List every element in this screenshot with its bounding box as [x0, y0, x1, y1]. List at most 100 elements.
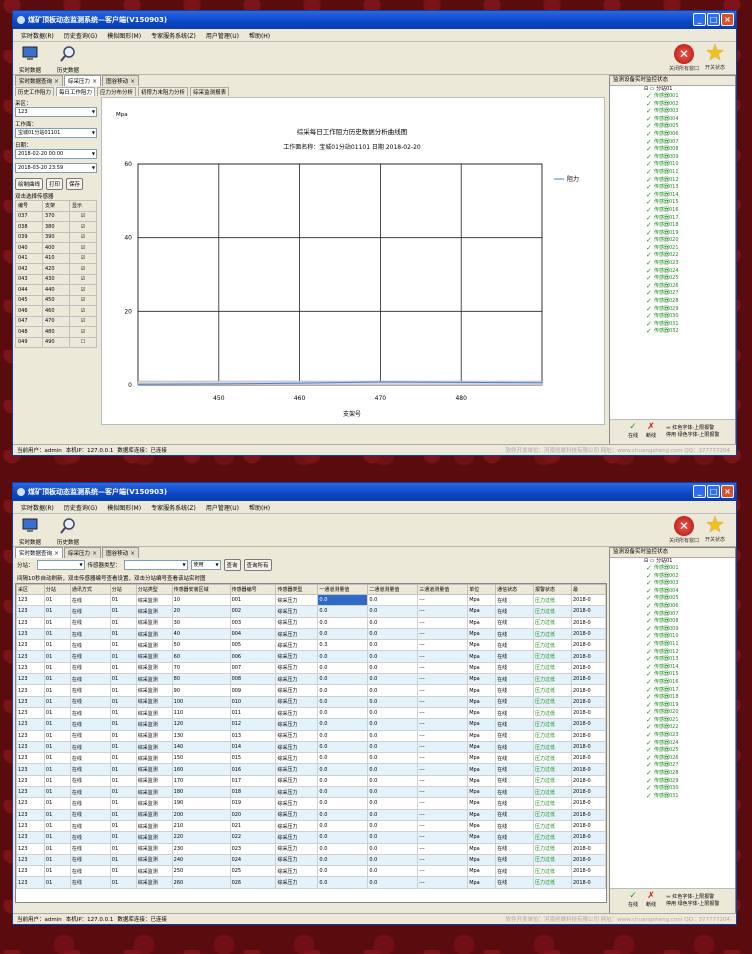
column-header[interactable]: 传感器安装区域	[171, 584, 231, 595]
sensor-tree-item[interactable]: ✓ 传感器027	[610, 762, 735, 770]
sensor-tree-item[interactable]: ✓ 传感器010	[610, 633, 735, 641]
sensor-row[interactable]: 041 410 ☑	[15, 252, 97, 264]
tree-node-station[interactable]: ⊟ ▭ 分站01	[610, 86, 735, 93]
sensor-row[interactable]: 047 470 ☑	[15, 315, 97, 327]
sensor-tree-item[interactable]: ✓ 传感器032	[610, 328, 735, 336]
area-select[interactable]: 123	[15, 107, 97, 117]
tab-fully-mechanized-pressure[interactable]: 综采压力 ×	[64, 75, 102, 86]
sensor-tree-item[interactable]: ✓ 传感器023	[610, 732, 735, 740]
column-header[interactable]: 传感器编号	[229, 584, 277, 595]
column-header[interactable]: 分站	[109, 584, 137, 595]
menu-expert[interactable]: 专家服务系统(Z)	[151, 31, 196, 40]
table-row[interactable]: 123 01 在线 01 综采监测 250 025 综采压力 0.0 0.0 --- Mpa 在线 压力过…	[16, 865, 606, 878]
menu-realtime[interactable]: 实时数据(R)	[21, 31, 54, 40]
face-select[interactable]: 宝城01分站01101	[15, 128, 97, 138]
table-row[interactable]: 123 01 在线 01 综采监测 80 008 综采压力 0.0 0.0 --- Mpa 在线 压力过低…	[16, 673, 606, 686]
sensor-tree-item[interactable]: ✓ 传感器018	[610, 694, 735, 702]
sensor-row[interactable]: 038 380 ☑	[15, 221, 97, 233]
show-checkbox[interactable]: ☑	[69, 326, 97, 338]
save-button[interactable]: 保存	[66, 178, 84, 190]
table-row[interactable]: 123 01 在线 01 综采监测 210 021 综采压力 0.0 0.0 --- Mpa 在线 压力过…	[16, 819, 606, 833]
tab-roof-movement[interactable]: 图谷移动 ×	[102, 75, 140, 86]
table-row[interactable]: 123 01 在线 01 综采监测 70 007 综采压力 0.0 0.0 --- Mpa 在线 压力过低…	[16, 661, 606, 675]
close-button[interactable]: ×	[721, 485, 734, 498]
sensor-tree-item[interactable]: ✓ 传感器008	[610, 618, 735, 626]
sensor-tree-item[interactable]: ✓ 传感器010	[610, 161, 735, 169]
sensor-tree-item[interactable]: ✓ 传感器012	[610, 176, 735, 185]
tab-fully-mechanized-pressure[interactable]: 综采压力 ×	[64, 547, 102, 558]
sensor-tree-item[interactable]: ✓ 传感器022	[610, 724, 735, 732]
tree-node-station[interactable]: ⊟ ▭ 分站01	[610, 558, 735, 565]
sensor-tree-item[interactable]: ✓ 传感器016	[610, 206, 735, 215]
station-select[interactable]	[36, 560, 85, 570]
show-checkbox[interactable]: ☑	[69, 252, 97, 264]
show-checkbox[interactable]: ☑	[69, 242, 97, 254]
query-all-button[interactable]: 查询所有	[243, 559, 272, 571]
column-header[interactable]: 三通道测量值	[417, 584, 469, 595]
close-tab-icon[interactable]: ×	[130, 550, 135, 557]
column-header[interactable]: 通讯方式	[69, 584, 111, 595]
close-tab-icon[interactable]: ×	[54, 550, 59, 557]
menu-history[interactable]: 历史查询(G)	[64, 503, 97, 512]
column-header[interactable]: 单位	[467, 584, 497, 595]
sensor-tree-item[interactable]: ✓ 传感器015	[610, 199, 735, 207]
show-checkbox[interactable]: ☑	[69, 221, 97, 233]
close-button[interactable]: ×	[721, 13, 734, 26]
realtime-data-grid[interactable]: 采区 分站 通讯方式 分站 分站类型 传感器安装区域 传感器编号 传感器类型 一通道测量值 二通道…	[15, 583, 607, 903]
sensor-tree-item[interactable]: ✓ 传感器031	[610, 792, 735, 801]
table-row[interactable]: 123 01 在线 01 综采监测 190 019 综采压力 0.0 0.0 --- Mpa 在线 压力过…	[16, 797, 606, 810]
column-header[interactable]: 最	[570, 584, 606, 595]
table-row[interactable]: 123 01 在线 01 综采监测 200 020 综采压力 0.0 0.0 --- Mpa 在线 压力过…	[16, 808, 606, 821]
table-row[interactable]: 123 01 在线 01 综采监测 160 016 综采压力 0.0 0.0 --- Mpa 在线 压力过…	[16, 763, 606, 776]
sensor-tree-item[interactable]: ✓ 传感器030	[610, 785, 735, 793]
subtab-stress-distribution[interactable]: 应力分布分析	[97, 87, 137, 96]
tab-roof-movement[interactable]: 图谷移动 ×	[102, 547, 140, 558]
column-header[interactable]: 传感器类型	[275, 584, 319, 595]
column-header[interactable]: 一通道测量值	[317, 584, 369, 595]
menu-user[interactable]: 用户管理(U)	[206, 31, 239, 40]
menu-expert[interactable]: 专家服务系统(Z)	[151, 503, 196, 512]
minimize-button[interactable]: _	[693, 485, 706, 498]
show-checkbox[interactable]: ☑	[69, 315, 97, 327]
use-select[interactable]: 使用	[190, 560, 221, 570]
print-button[interactable]: 打印	[46, 178, 64, 190]
draw-curve-button[interactable]: 绘制曲线	[15, 178, 44, 190]
sensor-row[interactable]: 043 430 ☑	[15, 273, 97, 285]
close-tab-icon[interactable]: ×	[54, 78, 59, 85]
maximize-button[interactable]: □	[707, 485, 720, 498]
show-checkbox[interactable]: ☑	[69, 294, 97, 306]
show-checkbox[interactable]: ☑	[69, 210, 97, 222]
sensor-tree-item[interactable]: ✓ 传感器020	[610, 237, 735, 245]
table-row[interactable]: 123 01 在线 01 综采监测 90 009 综采压力 0.0 0.0 --- Mpa 在线 压力过低…	[16, 684, 606, 697]
table-row[interactable]: 123 01 在线 01 综采监测 40 004 综采压力 0.0 0.0 --- Mpa 在线 压力过低…	[16, 627, 606, 641]
menu-simulation[interactable]: 模拟图形(M)	[107, 503, 141, 512]
show-checkbox[interactable]: ☑	[69, 231, 97, 243]
date-to-picker[interactable]: 2018-03-20 23:59	[15, 163, 97, 173]
table-row[interactable]: 123 01 在线 01 综采监测 30 003 综采压力 0.0 0.0 --- Mpa 在线 压力过低…	[16, 616, 606, 629]
sensor-tree-item[interactable]: ✓ 传感器006	[610, 602, 735, 611]
close-all-windows-button[interactable]: ✕ 关闭所有窗口	[669, 44, 699, 72]
sensor-tree-item[interactable]: ✓ 传感器020	[610, 709, 735, 717]
table-row[interactable]: 123 01 在线 01 综采监测 140 014 综采压力 0.0 0.0 --- Mpa 在线 压力过…	[16, 740, 606, 754]
menu-realtime[interactable]: 实时数据(R)	[21, 503, 54, 512]
sensor-row[interactable]: 037 370 ☑	[15, 210, 97, 222]
sensor-row[interactable]: 044 440 ☑	[15, 284, 97, 296]
subtab-daily-resistance[interactable]: 每日工作阻力	[56, 87, 96, 96]
sensor-tree-item[interactable]: ✓ 传感器015	[610, 671, 735, 679]
sensor-tree-item[interactable]: ✓ 传感器030	[610, 313, 735, 321]
sensor-tree-item[interactable]: ✓ 传感器008	[610, 146, 735, 154]
history-data-button[interactable]: 历史数据	[57, 45, 79, 74]
table-row[interactable]: 123 01 在线 01 综采监测 170 017 综采压力 0.0 0.0 --- Mpa 在线 压力过…	[16, 774, 606, 788]
table-row[interactable]: 123 01 在线 01 综采监测 20 002 综采压力 0.0 0.0 --- Mpa 在线 压力过低…	[16, 605, 606, 618]
sensor-tree-item[interactable]: ✓ 传感器016	[610, 678, 735, 687]
tab-realtime-query[interactable]: 实时数据查询 ×	[15, 75, 64, 86]
sensor-tree-item[interactable]: ✓ 传感器011	[610, 640, 735, 649]
column-header[interactable]: 报警状态	[533, 584, 572, 595]
sensor-tree-item[interactable]: ✓ 传感器025	[610, 747, 735, 755]
sensor-tree-item[interactable]: ✓ 传感器022	[610, 252, 735, 260]
sensor-tree-item[interactable]: ✓ 传感器013	[610, 184, 735, 192]
query-button[interactable]: 查询	[223, 559, 241, 571]
menu-user[interactable]: 用户管理(U)	[206, 503, 239, 512]
sensor-tree-item[interactable]: ✓ 传感器017	[610, 686, 735, 695]
sensor-tree-item[interactable]: ✓ 传感器003	[610, 580, 735, 588]
